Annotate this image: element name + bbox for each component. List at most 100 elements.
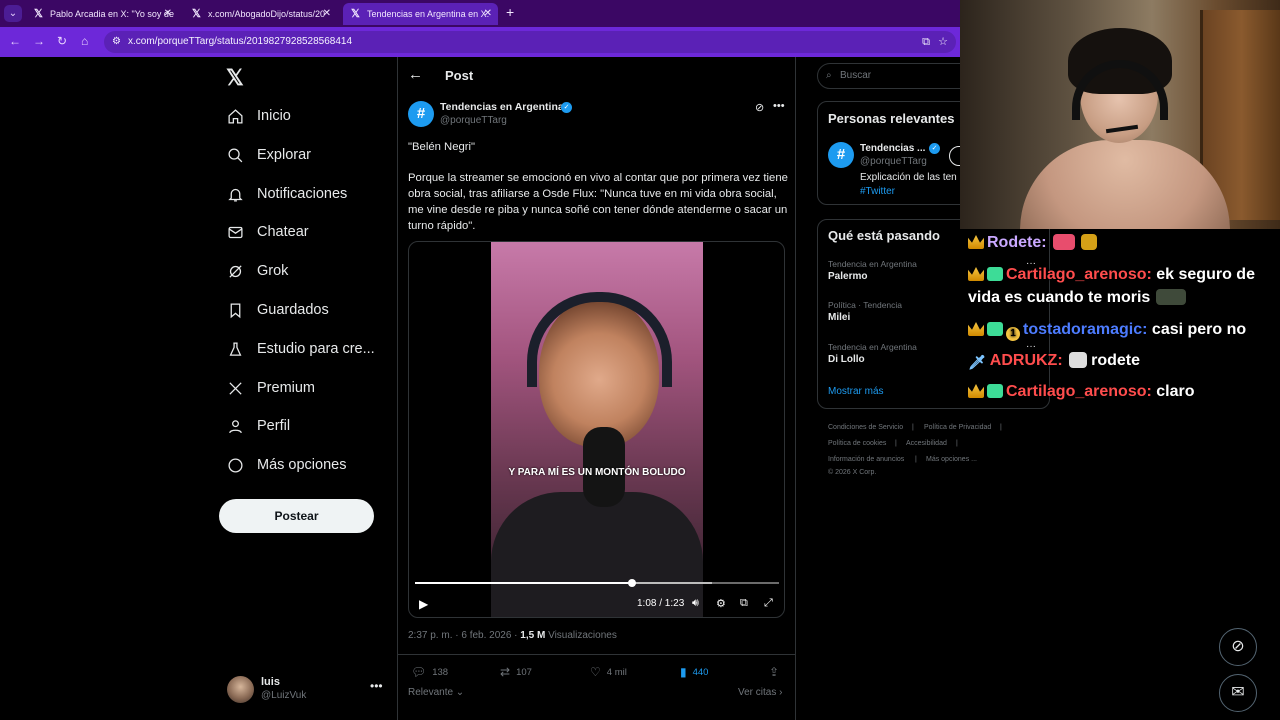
reply-button[interactable]: 💬︎ 138 bbox=[411, 665, 448, 679]
tab-list-dropdown-icon[interactable]: ⌄ bbox=[4, 5, 22, 22]
chat-message: Rodete: bbox=[968, 231, 1097, 254]
pip-icon[interactable]: ⧉ bbox=[740, 597, 748, 610]
account-name[interactable]: luis bbox=[261, 676, 280, 688]
nav-item-explorar[interactable]: Explorar bbox=[226, 140, 311, 170]
nav-item-mas-opciones[interactable]: Más opciones bbox=[226, 450, 346, 480]
footer-link[interactable]: Condiciones de Servicio bbox=[828, 424, 903, 431]
volume-icon[interactable]: 🔊︎ bbox=[692, 597, 699, 610]
copyright: © 2026 X Corp. bbox=[828, 469, 877, 476]
reload-icon[interactable]: ↻ bbox=[57, 34, 67, 48]
browser-tab-2[interactable]: 𝕏 x.com/AbogadoDijo/status/20 ✕ bbox=[184, 3, 337, 25]
like-button[interactable]: ♡ 4 mil bbox=[590, 665, 627, 679]
back-arrow-icon[interactable]: ← bbox=[408, 66, 423, 83]
footer-link[interactable]: Política de cookies bbox=[828, 440, 886, 447]
trend-name[interactable]: Milei bbox=[828, 312, 850, 323]
grok-explain-icon[interactable]: ⊘ bbox=[755, 101, 764, 114]
trend-name[interactable]: Di Lollo bbox=[828, 354, 865, 365]
account-handle[interactable]: @LuizVuk bbox=[261, 690, 306, 701]
close-tab-icon[interactable]: ✕ bbox=[484, 3, 492, 25]
share-icon: ⇪ bbox=[769, 665, 780, 679]
bell-icon bbox=[226, 185, 244, 203]
video-scrubber[interactable] bbox=[628, 579, 636, 587]
nav-item-perfil[interactable]: Perfil bbox=[226, 411, 290, 441]
emote-icon bbox=[1052, 234, 1075, 250]
fullscreen-icon[interactable]: ⤢ bbox=[764, 597, 773, 610]
search-input[interactable]: ⌕ Buscar bbox=[817, 63, 977, 89]
post-button[interactable]: Postear bbox=[219, 499, 374, 533]
relevant-name[interactable]: Tendencias ... bbox=[860, 143, 925, 154]
account-more-icon[interactable]: ••• bbox=[370, 679, 383, 693]
avatar[interactable] bbox=[227, 676, 254, 703]
grok-floating-button[interactable]: ⊘ bbox=[1219, 628, 1257, 666]
trends-title: Qué está pasando bbox=[828, 228, 940, 243]
chat-message: Cartilago_arenoso: ek seguro de bbox=[968, 263, 1255, 286]
more-circle-icon bbox=[226, 456, 244, 474]
footer-separator: | bbox=[1000, 424, 1002, 431]
new-tab-icon[interactable]: + bbox=[506, 4, 514, 20]
footer-link[interactable]: Accesibilidad bbox=[906, 440, 947, 447]
gifter-badge-icon: 1 bbox=[1006, 327, 1020, 341]
footer-link[interactable]: Más opciones ... bbox=[926, 456, 977, 463]
browser-tab-1[interactable]: 𝕏 Pablo Arcadia en X: "Yo soy de ✕ bbox=[26, 3, 178, 25]
play-icon[interactable]: ▶ bbox=[419, 597, 428, 611]
emote-icon bbox=[1068, 352, 1087, 368]
browser-nav-bar: ← → ↻ ⌂ ⚙ x.com/porqueTTarg/status/20198… bbox=[0, 27, 960, 57]
view-quotes-link[interactable]: Ver citas › bbox=[738, 687, 782, 698]
x-logo-icon[interactable]: 𝕏 bbox=[226, 65, 244, 91]
sub-badge-icon bbox=[987, 322, 1003, 336]
headphones bbox=[527, 292, 672, 387]
close-tab-icon[interactable]: ✕ bbox=[164, 3, 172, 25]
back-icon[interactable]: ← bbox=[9, 34, 21, 48]
person-icon bbox=[226, 417, 244, 435]
relevant-avatar[interactable]: # bbox=[828, 142, 854, 168]
relevant-handle[interactable]: @porqueTTarg bbox=[860, 156, 927, 167]
nav-item-chatear[interactable]: Chatear bbox=[226, 217, 309, 247]
share-button[interactable]: ⇪ bbox=[769, 665, 785, 679]
nav-item-guardados[interactable]: Guardados bbox=[226, 295, 329, 325]
nav-item-notificaciones[interactable]: Notificaciones bbox=[226, 179, 347, 209]
x-icon bbox=[226, 379, 244, 397]
home-icon[interactable]: ⌂ bbox=[81, 34, 88, 48]
search-icon bbox=[226, 146, 244, 164]
settings-icon[interactable]: ⚙ bbox=[716, 597, 726, 610]
crown-badge-icon bbox=[968, 267, 984, 281]
footer-link[interactable]: Política de Privacidad bbox=[924, 424, 991, 431]
author-name[interactable]: Tendencias en Argentina bbox=[440, 101, 564, 113]
author-handle[interactable]: @porqueTTarg bbox=[440, 115, 507, 126]
footer-separator: | bbox=[915, 456, 917, 463]
nav-item-premium[interactable]: Premium bbox=[226, 373, 315, 403]
trend-category: Política · Tendencia bbox=[828, 300, 903, 310]
chat-message-continued: vida es cuando te moris bbox=[968, 286, 1187, 309]
video-player[interactable]: Y PARA MÍ ES UN MONTÓN BOLUDO ▶ 1:08 / 1… bbox=[408, 241, 785, 618]
relevant-desc: Explicación de las ten bbox=[860, 172, 957, 183]
messages-floating-button[interactable]: ✉ bbox=[1219, 674, 1257, 712]
address-bar[interactable]: ⚙ x.com/porqueTTarg/status/2019827928528… bbox=[104, 31, 956, 53]
flask-icon bbox=[226, 340, 244, 358]
bookmark-star-icon[interactable]: ☆ bbox=[938, 31, 948, 53]
emote-icon bbox=[1156, 289, 1187, 305]
post-more-icon[interactable]: ••• bbox=[773, 100, 785, 112]
show-more-link[interactable]: Mostrar más bbox=[828, 386, 884, 397]
trend-category: Tendencia en Argentina bbox=[828, 259, 917, 269]
footer-separator: | bbox=[912, 424, 914, 431]
nav-item-inicio[interactable]: Inicio bbox=[226, 101, 291, 131]
bookmark-button[interactable]: ▮ 440 bbox=[680, 665, 708, 679]
trend-name[interactable]: Palermo bbox=[828, 271, 867, 282]
forward-icon[interactable]: → bbox=[33, 34, 45, 48]
grok-icon: ⊘ bbox=[1231, 638, 1245, 655]
nav-item-grok[interactable]: Grok bbox=[226, 256, 288, 286]
sort-replies-dropdown[interactable]: Relevante ⌄ bbox=[408, 687, 464, 698]
repost-button[interactable]: ⇄ 107 bbox=[500, 665, 532, 679]
footer-link[interactable]: Información de anuncios bbox=[828, 456, 904, 463]
author-avatar[interactable]: # bbox=[408, 101, 434, 127]
chat-message: 1 tostadoramagic: casi pero no bbox=[968, 318, 1246, 341]
video-frame bbox=[491, 242, 703, 617]
browser-tab-3[interactable]: 𝕏 Tendencias en Argentina en X: ✕ bbox=[343, 3, 498, 25]
x-favicon-icon: 𝕏 bbox=[351, 8, 360, 20]
site-settings-icon[interactable]: ⚙ bbox=[112, 31, 121, 53]
nav-item-estudio[interactable]: Estudio para cre... bbox=[226, 334, 375, 364]
relevant-hashtag[interactable]: #Twitter bbox=[860, 186, 895, 197]
install-app-icon[interactable]: ⧉ bbox=[922, 31, 930, 53]
close-tab-icon[interactable]: ✕ bbox=[323, 3, 331, 25]
post-meta: 2:37 p. m. · 6 feb. 2026 · 1,5 M Visuali… bbox=[408, 630, 617, 641]
